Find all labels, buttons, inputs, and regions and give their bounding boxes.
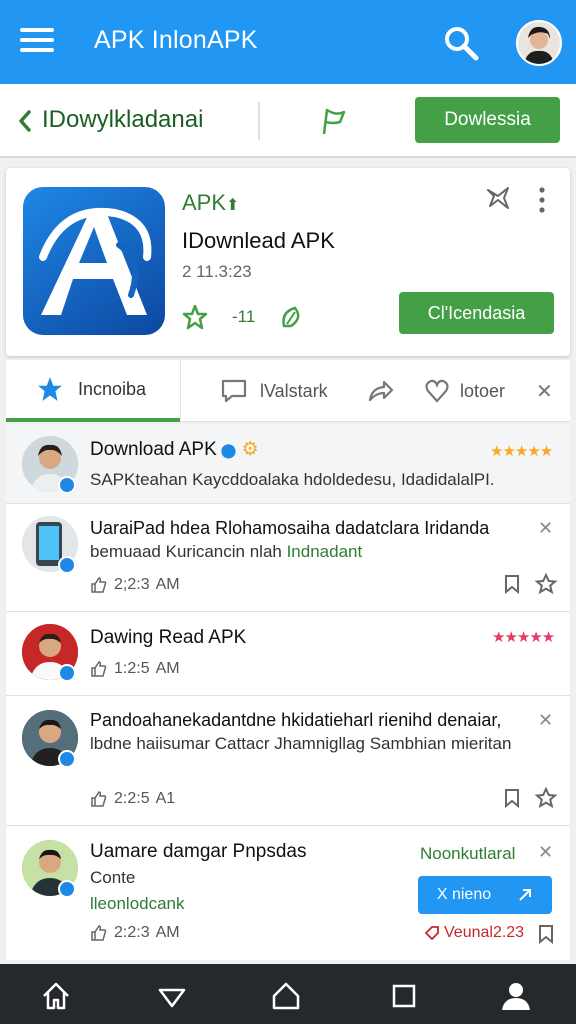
close-icon[interactable]: ✕ xyxy=(536,360,560,422)
secondary-toolbar: IDowylkladanai Dowlessia xyxy=(0,84,576,158)
back-nav-icon[interactable] xyxy=(156,980,188,1012)
new-button[interactable]: X nieno xyxy=(418,876,552,914)
verified-badge-icon xyxy=(58,476,76,494)
pin-icon[interactable] xyxy=(484,184,512,212)
tab-bar: Incnoiba lValstark lotoer ✕ xyxy=(6,360,570,422)
more-vert-icon[interactable] xyxy=(534,186,550,214)
tab-valstark[interactable]: lValstark xyxy=(220,360,360,422)
recents-icon[interactable] xyxy=(388,980,420,1012)
install-button[interactable]: Cl'Icendasia xyxy=(399,292,554,334)
item-title: Download APK ⬤ ⚙ xyxy=(90,439,259,460)
star-outline-icon[interactable] xyxy=(182,304,208,330)
timestamp: 2;2:3 AM xyxy=(90,576,180,594)
rating-stars: ★★★★★ xyxy=(490,443,553,460)
bookmark-icon[interactable] xyxy=(500,786,524,810)
app-name: IDownlead APK xyxy=(182,228,335,253)
star-outline-icon[interactable] xyxy=(534,572,558,596)
tag-icon xyxy=(424,926,439,941)
tab-label: Incnoiba xyxy=(78,378,147,399)
heart-icon xyxy=(425,379,449,403)
tab-label: lotoer xyxy=(460,380,506,401)
app-bar: APK InlonAPK xyxy=(0,0,576,84)
timestamp: 2:2:3 AM xyxy=(90,924,180,942)
toolbar-title: IDowylkladanai xyxy=(42,106,204,133)
like-icon xyxy=(91,925,107,941)
version-tag: Veunal2.23 xyxy=(424,924,524,942)
timestamp: 1:2:5 AM xyxy=(90,660,180,678)
list-item[interactable]: UaraiPad hdea Rlohamosaiha dadatclara Ir… xyxy=(6,504,570,612)
share-icon xyxy=(368,380,394,402)
app-category-label: APK⬆ xyxy=(182,190,240,215)
app-logo-icon xyxy=(23,187,165,335)
dismiss-icon[interactable]: ✕ xyxy=(538,842,553,863)
search-icon[interactable] xyxy=(442,24,480,62)
app-version: 2 11.3:23 xyxy=(182,262,252,281)
tab-divider xyxy=(180,360,181,422)
flag-icon[interactable] xyxy=(318,106,350,138)
bookmark-icon[interactable] xyxy=(534,922,558,946)
verified-badge-icon xyxy=(58,880,76,898)
download-button[interactable]: Dowlessia xyxy=(415,97,560,143)
share-tab[interactable] xyxy=(366,360,402,422)
bookmark-icon[interactable] xyxy=(500,572,524,596)
system-nav-bar xyxy=(0,964,576,1024)
star-outline-icon[interactable] xyxy=(534,786,558,810)
verified-badge-icon xyxy=(58,556,76,574)
list-item[interactable]: Pandoahanekadantdne hkidatieharl rienihd… xyxy=(6,696,570,826)
tab-label: lValstark xyxy=(260,380,328,401)
app-card: APK⬆ IDownlead APK 2 11.3:23 -11 Cl'Icen… xyxy=(6,168,570,356)
item-title: Dawing Read APK xyxy=(90,627,247,648)
verified-badge-icon xyxy=(58,664,76,682)
list-item[interactable]: Dawing Read APK ★★★★★ 1:2:5 AM xyxy=(6,612,570,696)
tab-lotoer[interactable]: lotoer xyxy=(424,360,534,422)
app-title: APK InlonAPK xyxy=(94,26,258,54)
leaf-icon[interactable] xyxy=(279,304,305,330)
item-body: SAPKteahan Kaycddoalaka hdoldedesu, Idad… xyxy=(90,470,495,489)
menu-icon[interactable] xyxy=(20,28,54,56)
user-avatar[interactable] xyxy=(516,20,562,66)
item-body: bemuaad Kuricancin nlah Indnadant xyxy=(90,542,363,561)
profile-icon[interactable] xyxy=(500,980,532,1012)
new-button-label: X nieno xyxy=(436,886,492,903)
app-stats: -11 xyxy=(182,304,305,330)
comment-icon xyxy=(221,379,247,403)
arrow-icon xyxy=(519,889,532,901)
dismiss-icon[interactable]: ✕ xyxy=(538,518,553,539)
tab-incnoiba[interactable]: Incnoiba xyxy=(6,360,180,422)
item-title: Uamare damgar Pnpsdas xyxy=(90,841,307,862)
item-title: UaraiPad hdea Rlohamosaiha dadatclara Ir… xyxy=(90,518,490,538)
status-label: Noonkutlaral xyxy=(420,844,516,863)
dismiss-icon[interactable]: ✕ xyxy=(538,710,553,731)
rating-stars: ★★★★★ xyxy=(492,629,555,646)
item-body: lbdne haiisumar Cattacr Jhamnigllag Samb… xyxy=(90,734,512,753)
list-item[interactable]: Download APK ⬤ ⚙ ★★★★★ SAPKteahan Kaycdd… xyxy=(6,424,570,504)
home-nav-icon[interactable] xyxy=(270,980,302,1012)
stat-value: -11 xyxy=(232,307,256,326)
home-icon[interactable] xyxy=(40,980,72,1012)
item-title: Pandoahanekadantdne hkidatieharl rienihd… xyxy=(90,710,502,730)
toolbar-divider xyxy=(258,102,260,140)
timestamp: 2:2:5 A1 xyxy=(90,790,175,808)
back-icon[interactable] xyxy=(12,106,38,136)
like-icon xyxy=(91,791,107,807)
like-icon xyxy=(91,577,107,593)
verified-badge-icon xyxy=(58,750,76,768)
star-icon xyxy=(38,377,62,401)
like-icon xyxy=(91,661,107,677)
